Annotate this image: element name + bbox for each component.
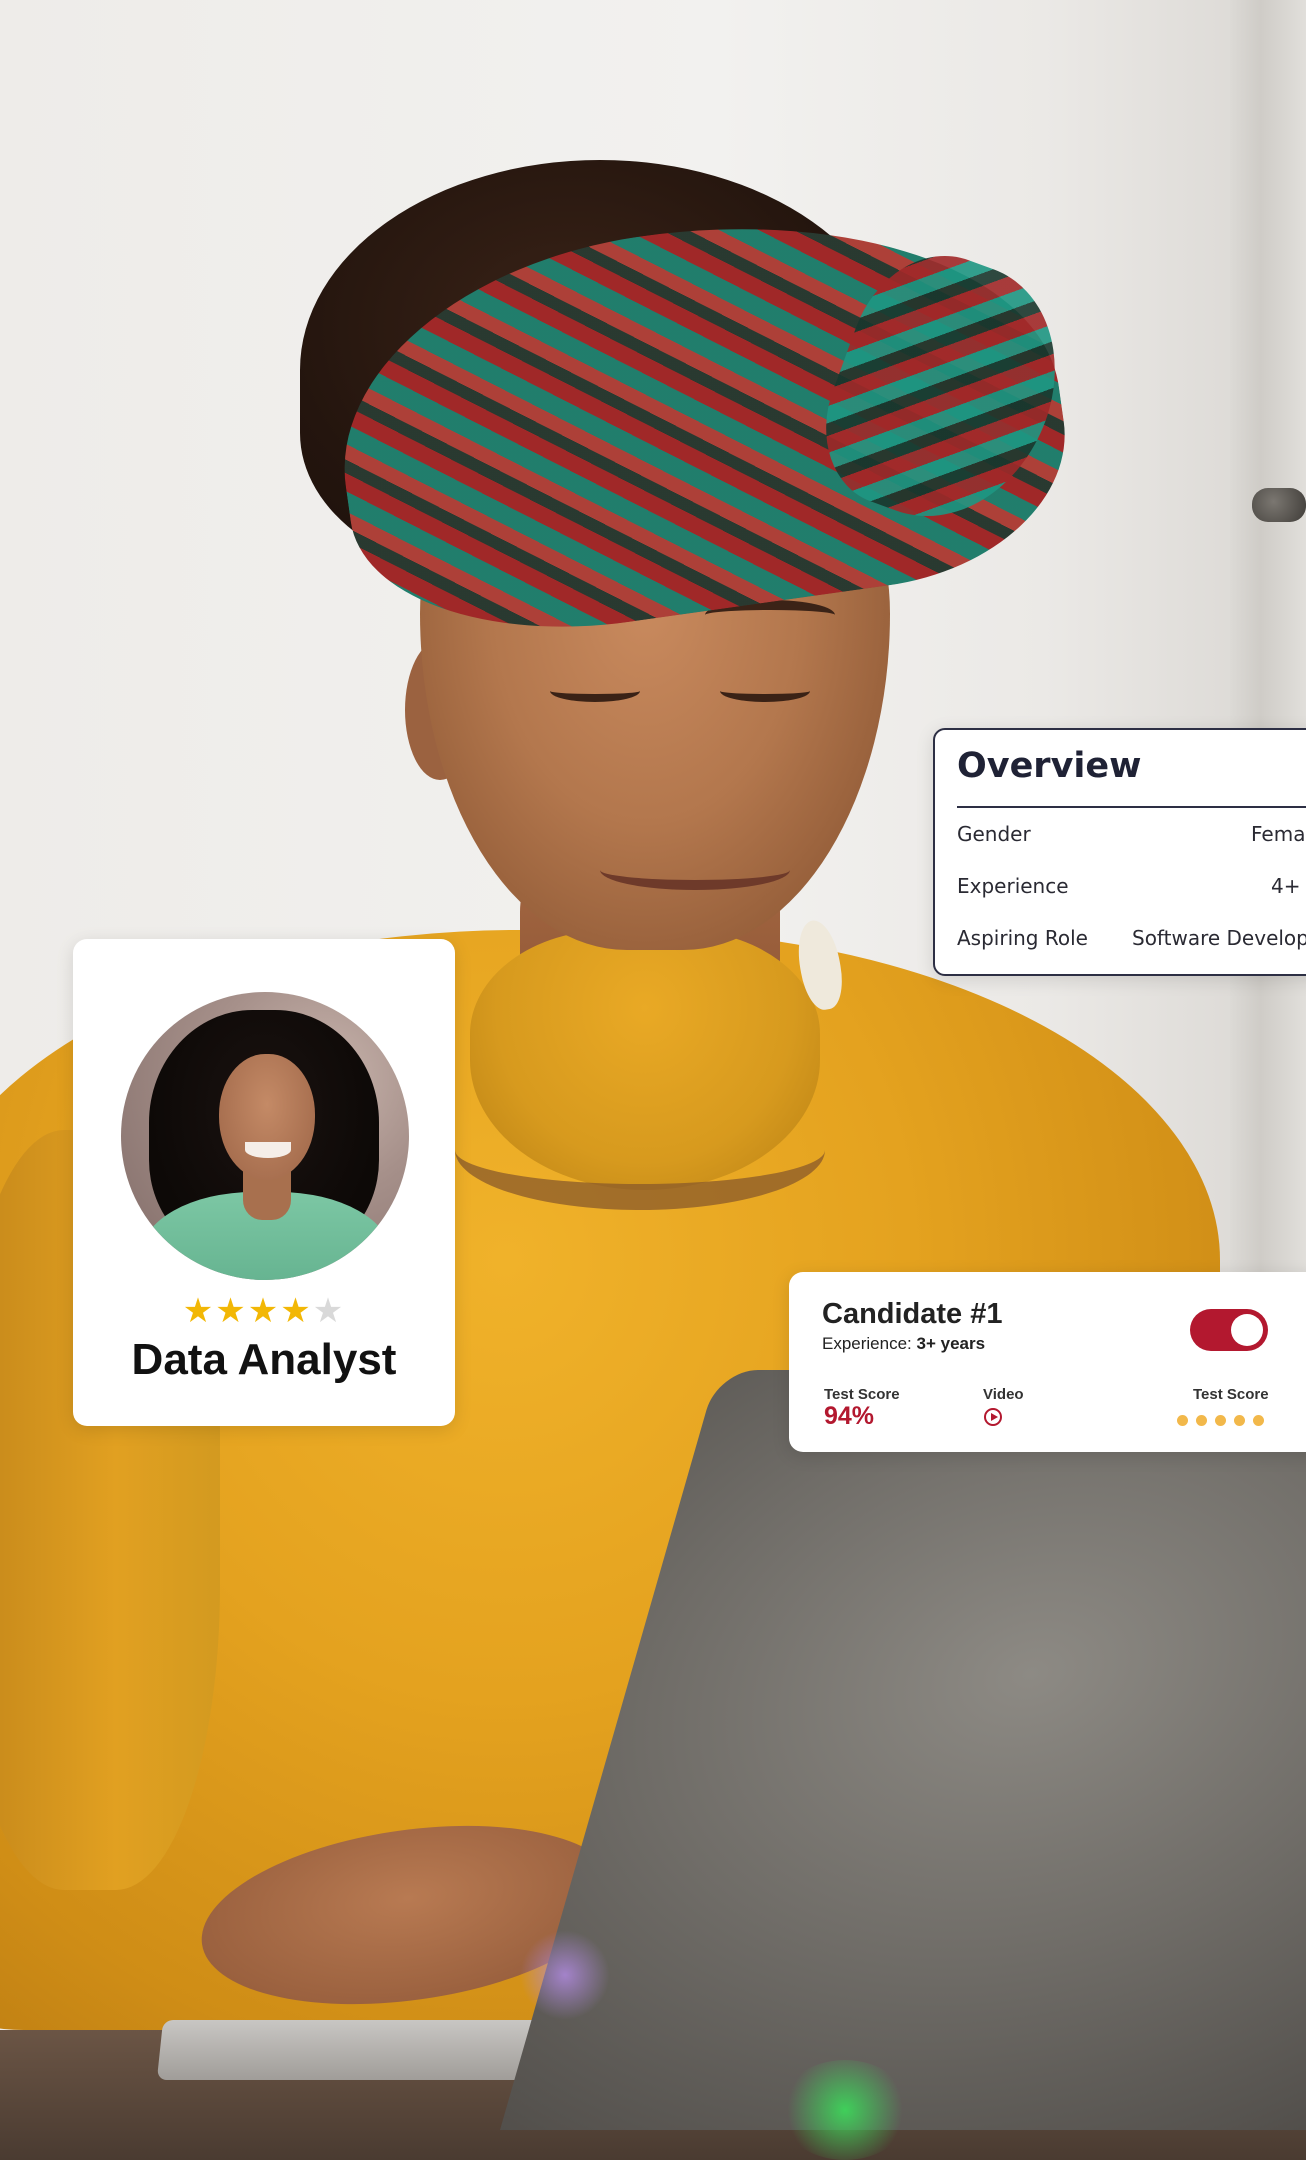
test-score-value: 94%: [824, 1402, 875, 1430]
score-dot: [1177, 1415, 1188, 1426]
avatar-smile: [245, 1142, 291, 1158]
candidate-experience-value: 3+ years: [916, 1334, 986, 1353]
candidate-experience: Experience: 3+ years: [822, 1334, 985, 1354]
overview-row-gender: Gender Fema: [957, 822, 1306, 862]
metric-label-test-score: Test Score: [824, 1386, 900, 1403]
overview-title: Overview: [957, 746, 1142, 786]
play-circle-icon[interactable]: [984, 1408, 1002, 1426]
overview-value: 4+ ye: [1271, 874, 1306, 898]
overview-label: Gender: [957, 822, 1031, 846]
overview-label: Aspiring Role: [957, 926, 1088, 950]
overview-row-aspiring-role: Aspiring Role Software Develop: [957, 926, 1306, 966]
eye-right: [720, 680, 810, 702]
laptop-light-green: [780, 2060, 910, 2160]
eye-left: [550, 680, 640, 702]
avatar: [121, 992, 409, 1280]
candidate-title: Candidate #1: [822, 1298, 1003, 1330]
star-icon: ★: [312, 1291, 346, 1331]
star-icon: ★: [182, 1291, 216, 1331]
score-dot: [1253, 1415, 1264, 1426]
star-icon: ★: [280, 1291, 313, 1331]
star-icon: ★: [215, 1291, 248, 1331]
candidate-toggle[interactable]: [1190, 1309, 1268, 1351]
score-dot: [1215, 1415, 1226, 1426]
score-dots: [1177, 1413, 1272, 1431]
metric-label-video: Video: [983, 1386, 1024, 1403]
woman-mouth: [600, 850, 790, 890]
profile-role: Data Analyst: [131, 1335, 397, 1384]
profile-card[interactable]: ★★★★★ Data Analyst: [73, 939, 455, 1426]
avatar-face: [219, 1054, 315, 1180]
overview-value: Software Develop: [1132, 926, 1306, 950]
score-dot: [1196, 1415, 1207, 1426]
overview-card: Overview Gender Fema Experience 4+ ye As…: [933, 728, 1306, 976]
overview-divider: [957, 806, 1306, 808]
candidate-card[interactable]: Candidate #1 Experience: 3+ years Test S…: [789, 1272, 1306, 1452]
laptop-light-purple: [520, 1930, 610, 2020]
overview-value: Fema: [1251, 822, 1306, 846]
candidate-experience-label: Experience:: [822, 1334, 912, 1353]
score-dot: [1234, 1415, 1245, 1426]
star-rating: ★★★★★: [73, 1291, 455, 1331]
overview-row-experience: Experience 4+ ye: [957, 874, 1306, 914]
overview-label: Experience: [957, 874, 1069, 898]
door-knob: [1252, 488, 1306, 522]
collar-band: [455, 1090, 825, 1210]
star-icon: ★: [247, 1291, 281, 1331]
toggle-knob: [1231, 1314, 1263, 1346]
metric-label-test-score-2: Test Score: [1193, 1386, 1269, 1403]
